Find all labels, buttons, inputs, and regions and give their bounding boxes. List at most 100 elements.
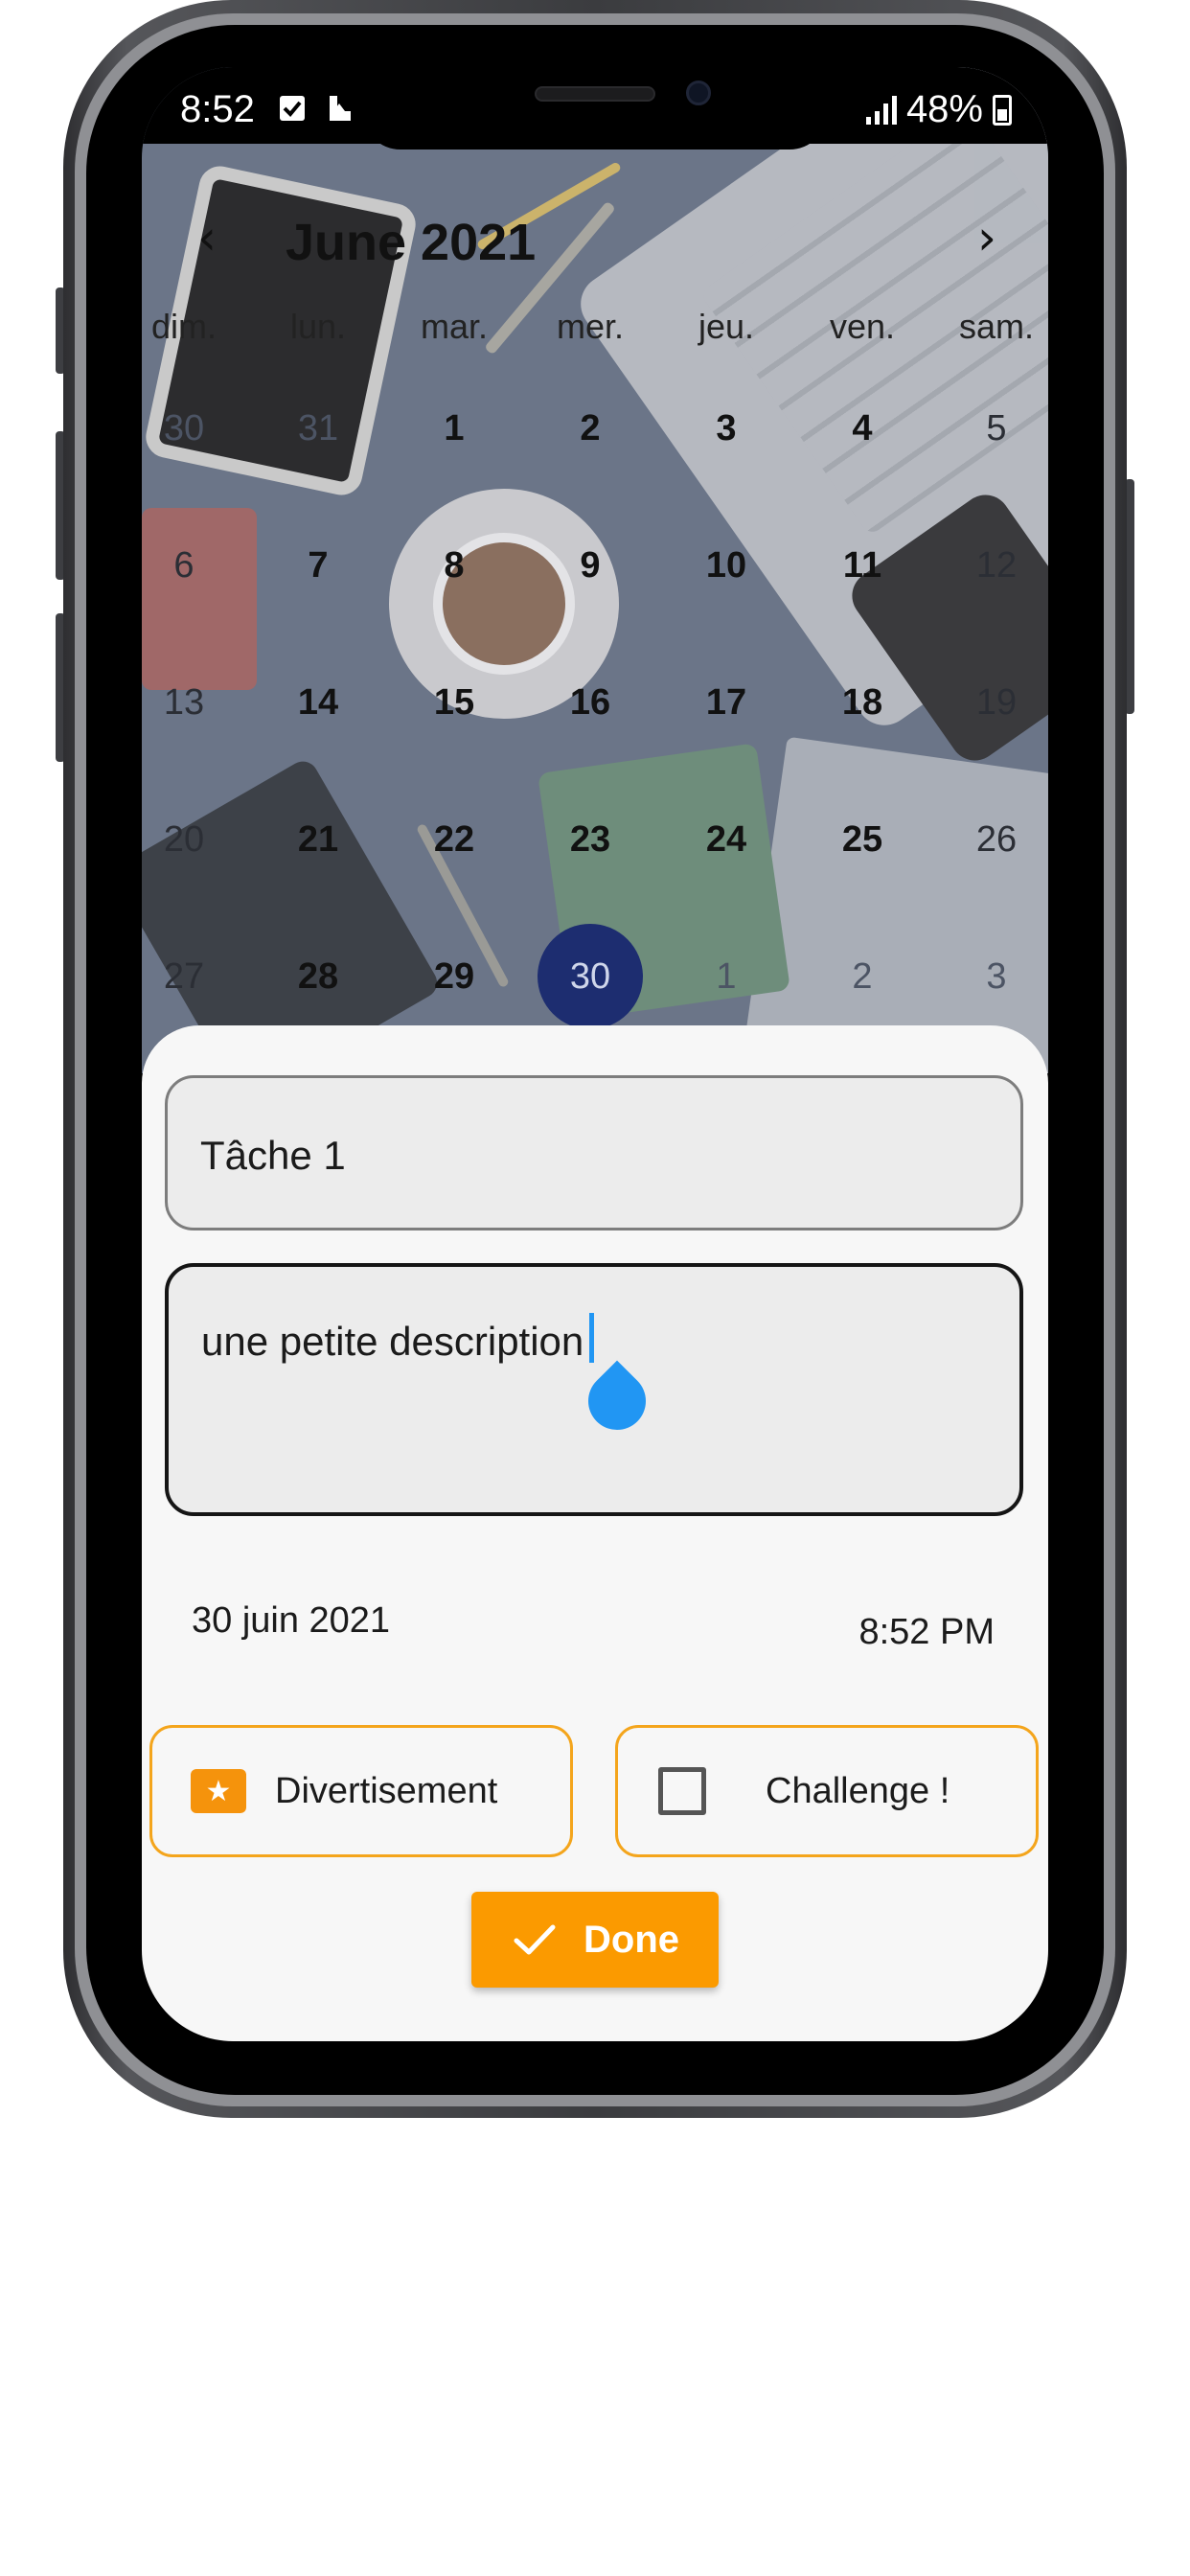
signal-icon [865, 95, 897, 125]
calendar-day[interactable]: 1 [659, 924, 793, 1029]
calendar-day-number: 10 [705, 545, 747, 586]
calendar-day[interactable]: 7 [251, 513, 385, 618]
calendar-day-number: 13 [163, 682, 205, 723]
category-chip[interactable]: ★ Divertisement [149, 1725, 573, 1857]
task-date[interactable]: 30 juin 2021 [192, 1600, 390, 1642]
calendar-day[interactable]: 11 [795, 513, 929, 618]
calendar-day-number: 16 [569, 682, 611, 723]
task-title-value: Tâche 1 [200, 1133, 346, 1178]
calendar-day-number: 29 [433, 956, 475, 997]
task-description-value: une petite description [201, 1319, 584, 1364]
battery-percent: 48% [905, 88, 983, 130]
weekday-label: ven. [829, 307, 896, 346]
calendar-day-number: 1 [444, 408, 465, 448]
chevron-left-icon[interactable]: ‹ [178, 209, 236, 266]
status-time: 8:52 [180, 88, 255, 130]
calendar-day-number: 2 [852, 956, 873, 997]
calendar-day-number: 23 [569, 819, 611, 860]
calendar-day-number: 30 [163, 408, 205, 448]
calendar-day[interactable]: 3 [929, 924, 1048, 1029]
calendar-day[interactable]: 23 [523, 787, 657, 892]
calendar-weekday-row: dim. lun. mar. mer. jeu. ven. sam. [142, 307, 1048, 355]
calendar-day[interactable]: 13 [142, 650, 251, 755]
calendar-day[interactable]: 31 [251, 376, 385, 481]
status-right-group: 48% [865, 88, 1012, 131]
done-button[interactable]: Done [471, 1892, 719, 1988]
calendar-day[interactable]: 12 [929, 513, 1048, 618]
calendar-day-number: 24 [705, 819, 747, 860]
calendar-day[interactable]: 21 [251, 787, 385, 892]
calendar-day[interactable]: 1 [387, 376, 521, 481]
chevron-right-icon[interactable]: › [958, 209, 1016, 266]
speaker-grille [535, 86, 655, 102]
text-cursor [589, 1313, 595, 1363]
challenge-label: Challenge ! [766, 1770, 950, 1811]
calendar-day-number: 14 [297, 682, 339, 723]
weekday-label: mar. [420, 307, 488, 346]
camera-notch [362, 67, 828, 150]
calendar-day-number: 7 [308, 545, 329, 586]
calendar-day-number: 22 [433, 819, 475, 860]
category-label: Divertisement [275, 1770, 498, 1811]
calendar-day[interactable]: 26 [929, 787, 1048, 892]
calendar-day-number: 3 [716, 408, 737, 448]
calendar-day[interactable]: 22 [387, 787, 521, 892]
calendar-day-number: 5 [986, 408, 1007, 448]
battery-charging-icon [993, 94, 1012, 126]
task-time[interactable]: 8:52 PM [858, 1612, 995, 1653]
weekday-label: jeu. [698, 307, 755, 346]
calendar-day[interactable]: 18 [795, 650, 929, 755]
calendar-day-number: 18 [841, 682, 883, 723]
status-bar: 8:52 48% [142, 67, 1048, 150]
calendar-day-number: 26 [975, 819, 1018, 860]
calendar-month-title: June 2021 [286, 214, 537, 271]
checkbox-notification-icon [280, 96, 305, 121]
challenge-chip[interactable]: Challenge ! [615, 1725, 1039, 1857]
check-icon [514, 1924, 556, 1955]
calendar-day[interactable]: 29 [387, 924, 521, 1029]
calendar-header: ‹ June 2021 › [142, 192, 1048, 288]
calendar-day[interactable]: 4 [795, 376, 929, 481]
calendar-day[interactable]: 2 [523, 376, 657, 481]
calendar-day-number: 4 [852, 408, 873, 448]
calendar-day[interactable]: 30 [523, 924, 657, 1029]
front-camera [686, 80, 711, 105]
calendar-day-number: 8 [444, 545, 465, 586]
calendar-day[interactable]: 30 [142, 376, 251, 481]
calendar-day[interactable]: 24 [659, 787, 793, 892]
weekday-label: lun. [289, 307, 347, 346]
calendar-day[interactable]: 19 [929, 650, 1048, 755]
phone-screen: 8:52 48% ‹ June 2021 › dim. lun. mar. mer. j… [142, 67, 1048, 2041]
task-bottom-sheet: Tâche 1 une petite description 30 juin 2… [142, 1025, 1048, 2041]
calendar-day[interactable]: 16 [523, 650, 657, 755]
weekday-label: mer. [556, 307, 624, 346]
calendar-day[interactable]: 15 [387, 650, 521, 755]
calendar-day[interactable]: 27 [142, 924, 251, 1029]
task-title-field[interactable]: Tâche 1 [165, 1075, 1023, 1230]
calendar-day-number: 12 [975, 545, 1018, 586]
calendar-day-number: 1 [716, 956, 737, 997]
calendar-day[interactable]: 2 [795, 924, 929, 1029]
calendar-day[interactable]: 5 [929, 376, 1048, 481]
challenge-checkbox[interactable] [658, 1767, 706, 1815]
calendar-day-number: 27 [163, 956, 205, 997]
calendar-day-number: 2 [580, 408, 601, 448]
calendar-day[interactable]: 6 [142, 513, 251, 618]
calendar-day[interactable]: 14 [251, 650, 385, 755]
calendar-day[interactable]: 9 [523, 513, 657, 618]
calendar-day-number: 20 [163, 819, 205, 860]
weekday-label: sam. [958, 307, 1034, 346]
calendar-day[interactable]: 20 [142, 787, 251, 892]
weekday-label: dim. [150, 307, 217, 346]
calendar-day-number: 25 [841, 819, 883, 860]
calendar-day[interactable]: 8 [387, 513, 521, 618]
calendar-day-number: 17 [705, 682, 747, 723]
done-label: Done [584, 1918, 679, 1961]
calendar-day[interactable]: 10 [659, 513, 793, 618]
calendar-day-number: 21 [297, 819, 339, 860]
calendar-day[interactable]: 17 [659, 650, 793, 755]
calendar-day[interactable]: 3 [659, 376, 793, 481]
calendar-day[interactable]: 28 [251, 924, 385, 1029]
calendar-day[interactable]: 25 [795, 787, 929, 892]
ticket-star-icon: ★ [191, 1769, 246, 1813]
